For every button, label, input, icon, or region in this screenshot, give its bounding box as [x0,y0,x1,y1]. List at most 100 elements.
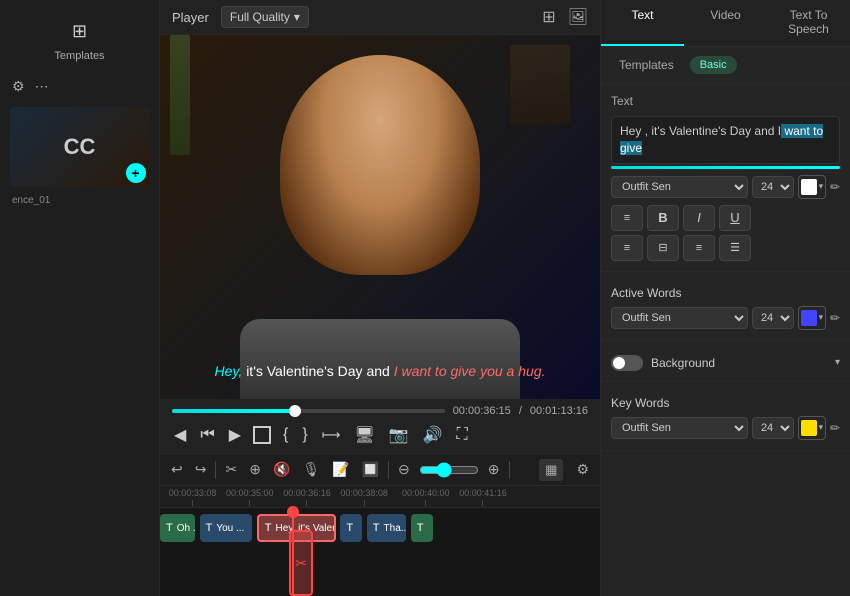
active-words-title: Active Words [611,286,840,300]
zoom-out-button[interactable]: ⊖ [395,458,413,481]
zoom-slider[interactable] [419,462,479,478]
clip-you[interactable]: T You ... [200,514,253,542]
sidebar-item-templates[interactable]: ⊞ Templates [0,8,159,70]
text-button[interactable]: 📝 [329,458,352,481]
sidebar-templates-label: Templates [54,50,104,62]
right-panel: Text Video Text To Speech Templates Basi… [600,0,850,596]
expand-button[interactable]: ⛶ [455,424,470,446]
camera-button[interactable]: 📷 [387,423,411,447]
redo-button[interactable]: ↪ [192,458,210,481]
main-area: Player Full Quality ▾ ⊞ 🖼 Hey, it's Vale… [160,0,600,596]
clip-end[interactable]: T [411,514,433,542]
text-edit-icon[interactable]: ✏ [830,180,840,194]
settings-button[interactable]: ⚙ [573,458,592,481]
clip-blank[interactable]: T [340,514,362,542]
subtitle-highlight: I want to give you a hug. [394,363,546,379]
zoom-in-button[interactable]: ⊕ [485,458,503,481]
clip-oh[interactable]: T Oh ... [160,514,195,542]
time-separator: / [519,405,522,417]
key-words-size-select[interactable]: 24 [752,417,794,439]
ruler-tick-6: 00:00:41:16 [459,488,507,506]
stop-button[interactable] [253,426,271,444]
volume-button[interactable]: 🔊 [421,423,445,447]
ruler-tick-5: 00:00:40:00 [402,488,450,506]
text-section: Text Hey , it's Valentine's Day and I wa… [601,84,850,272]
time-current: 00:00:36:15 [453,405,511,417]
ruler-tick-3: 00:00:36:16 [283,488,331,506]
tab-text[interactable]: Text [601,0,684,46]
active-words-font-select[interactable]: Outfit Sen [611,307,748,329]
rewind-button[interactable]: ◀ [172,423,188,447]
underline-button[interactable]: U [719,205,751,231]
align-row: ≡ ⊟ ≡ ☰ [611,235,840,261]
brace-open-button[interactable]: { [281,424,290,446]
toolbar-divider-2 [388,461,389,479]
progress-thumb[interactable] [289,405,301,417]
align-right-button[interactable]: ≡ [683,235,715,261]
right-subtabs: Templates Basic [601,47,850,84]
subtitle-display: Hey, it's Valentine's Day and I want to … [215,363,546,379]
text-color-swatch [801,179,817,195]
sidebar: ⊞ Templates ⚙ ⋯ 00:01:13 CC + ence_01 [0,0,160,596]
play-button[interactable]: ▶ [227,423,243,447]
text-input[interactable]: Hey , it's Valentine's Day and I want to… [611,116,840,164]
active-words-edit-icon[interactable]: ✏ [830,311,840,325]
background-arrow[interactable]: ▾ [835,357,840,368]
toolbar-divider-3 [509,461,510,479]
timeline-toolbar: ↩ ↪ ✂ ⊕ 🔇 🎙 📝 🔲 ⊖ ⊕ ▦ ⚙ [160,453,600,486]
brace-close-button[interactable]: } [300,424,309,446]
clip-tha[interactable]: T Tha... [367,514,407,542]
active-words-size-select[interactable]: 24 [752,307,794,329]
controls-row: ◀ ⏮ ▶ { } ⟼ 🖥 📷 🔊 ⛶ [172,423,588,447]
background-toggle-row: Background ▾ [611,355,840,371]
tab-tts[interactable]: Text To Speech [767,0,850,46]
italic-button[interactable]: I [683,205,715,231]
more-icon[interactable]: ⋯ [35,78,49,95]
player-icons: ⊞ 🖼 [542,7,588,27]
filter-icon[interactable]: ⚙ [12,78,25,95]
add-track-button[interactable]: ⊕ [246,458,264,481]
grid-toggle-button[interactable]: ▦ [539,459,563,481]
subtitle-plain: it's Valentine's Day and [246,363,394,379]
playhead[interactable] [292,508,294,596]
cut-button[interactable]: ✂ [222,458,240,481]
key-words-color-button[interactable]: ▾ [798,416,826,440]
format-row: ≡ B I U [611,205,840,231]
toggle-knob [613,357,625,369]
add-clip-button[interactable]: + [126,163,146,183]
text-color-button[interactable]: ▾ [798,175,826,199]
person-body [240,319,520,399]
split-button[interactable]: ⟼ [320,425,343,445]
mute-button[interactable]: 🔇 [270,458,293,481]
align-center-button[interactable]: ⊟ [647,235,679,261]
grid-view-icon[interactable]: ⊞ [542,7,555,27]
align-left-icon[interactable]: ≡ [611,205,643,231]
sidebar-thumbnail[interactable]: 00:01:13 CC + [10,107,150,187]
background-toggle[interactable] [611,355,643,371]
background-label: Background [651,356,715,370]
align-justify-button[interactable]: ☰ [719,235,751,261]
key-words-font-select[interactable]: Outfit Sen [611,417,748,439]
image-view-icon[interactable]: 🖼 [568,7,588,27]
text-underline [611,166,840,169]
undo-button[interactable]: ↩ [168,458,186,481]
subtab-templates[interactable]: Templates [611,55,682,75]
crop-button[interactable]: 🔲 [359,458,382,481]
active-words-color-button[interactable]: ▾ [798,306,826,330]
bold-button[interactable]: B [647,205,679,231]
quality-dropdown[interactable]: Full Quality ▾ [221,6,309,28]
active-words-section: Active Words Outfit Sen 24 ▾ ✏ [601,272,850,341]
font-select[interactable]: Outfit Sen [611,176,748,198]
quality-value: Full Quality [230,10,290,24]
align-left-button[interactable]: ≡ [611,235,643,261]
aw-color-chevron: ▾ [819,312,824,323]
record-button[interactable]: 🎙 [299,458,323,481]
subtab-basic[interactable]: Basic [690,56,737,74]
tab-video[interactable]: Video [684,0,767,46]
monitor-button[interactable]: 🖥 [352,423,376,447]
step-back-button[interactable]: ⏮ [198,424,216,446]
key-words-edit-icon[interactable]: ✏ [830,421,840,435]
key-words-title: Key Words [611,396,840,410]
font-size-select[interactable]: 24 [752,176,794,198]
progress-track[interactable] [172,409,445,413]
